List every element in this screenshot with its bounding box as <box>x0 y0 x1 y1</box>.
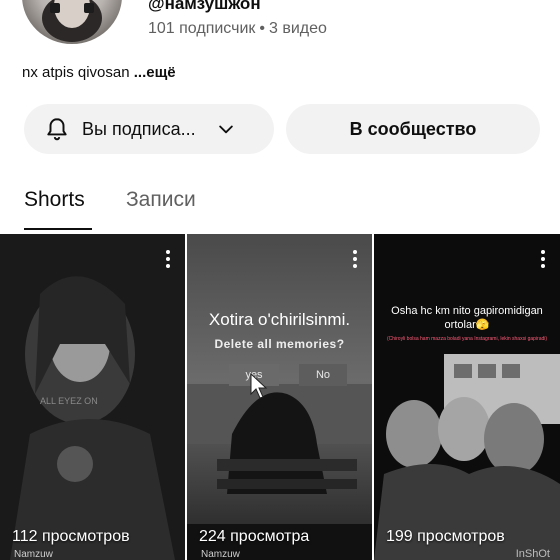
channel-stats: 101 подписчик • 3 видео <box>148 20 327 38</box>
channel-handle: @намзушжон <box>148 0 261 13</box>
bell-icon <box>47 118 67 141</box>
stats-separator: • <box>259 20 265 37</box>
overlay-small-text: (Chiroyli bolsa ham mazza boladi yana In… <box>386 336 548 342</box>
subscribed-button[interactable]: Вы подписа... <box>24 104 274 154</box>
chevron-down-icon <box>218 125 233 134</box>
short-thumbnail[interactable]: Osha hc km nito gapiromidigan ortolar🫣 (… <box>374 234 560 560</box>
video-count: 3 видео <box>269 20 327 37</box>
thumbnail-image: ALL EYEZ ON <box>0 234 185 560</box>
cursor-icon <box>250 372 268 399</box>
thumbnail-image <box>374 234 560 560</box>
subscriber-count: 101 подписчик <box>148 20 256 37</box>
community-label: В сообщество <box>349 118 477 139</box>
avatar-image <box>42 0 102 42</box>
overlay-subtitle: Delete all memories? <box>214 337 345 351</box>
overlay-no-button: No <box>299 364 347 386</box>
shorts-grid: ALL EYEZ ON 112 просмотров Namzuw Xotira… <box>0 234 560 560</box>
more-vertical-icon[interactable] <box>165 250 171 270</box>
channel-avatar[interactable] <box>22 0 122 44</box>
community-button[interactable]: В сообщество <box>286 104 540 154</box>
more-vertical-icon[interactable] <box>540 250 546 270</box>
thumbnail-image <box>187 234 372 560</box>
view-count: 224 просмотра <box>199 528 310 545</box>
overlay-caption: Osha hc km nito gapiromidigan ortolar🫣 <box>391 305 543 331</box>
watermark: InShOt <box>515 548 550 560</box>
subscribed-label: Вы подписа... <box>82 118 196 139</box>
short-thumbnail[interactable]: ALL EYEZ ON 112 просмотров Namzuw <box>0 234 185 560</box>
more-link[interactable]: ...ещё <box>134 64 176 81</box>
watermark: Namzuw <box>14 549 53 560</box>
svg-text:ALL EYEZ ON: ALL EYEZ ON <box>40 396 98 406</box>
short-thumbnail[interactable]: Xotira o'chirilsinmi. Delete all memorie… <box>187 234 372 560</box>
description-text: nx atpis qivosan <box>22 64 130 81</box>
watermark: Namzuw <box>201 549 240 560</box>
view-count: 199 просмотров <box>386 528 505 545</box>
more-vertical-icon[interactable] <box>352 250 358 270</box>
view-count: 112 просмотров <box>12 528 130 545</box>
tab-posts[interactable]: Записи <box>126 188 196 212</box>
tab-selected-indicator <box>24 228 92 230</box>
overlay-title: Xotira o'chirilsinmi. <box>208 310 351 329</box>
channel-description[interactable]: nx atpis qivosan ...ещё <box>22 64 176 81</box>
channel-tabs: Shorts Записи <box>0 184 560 234</box>
tab-shorts[interactable]: Shorts <box>24 188 85 212</box>
